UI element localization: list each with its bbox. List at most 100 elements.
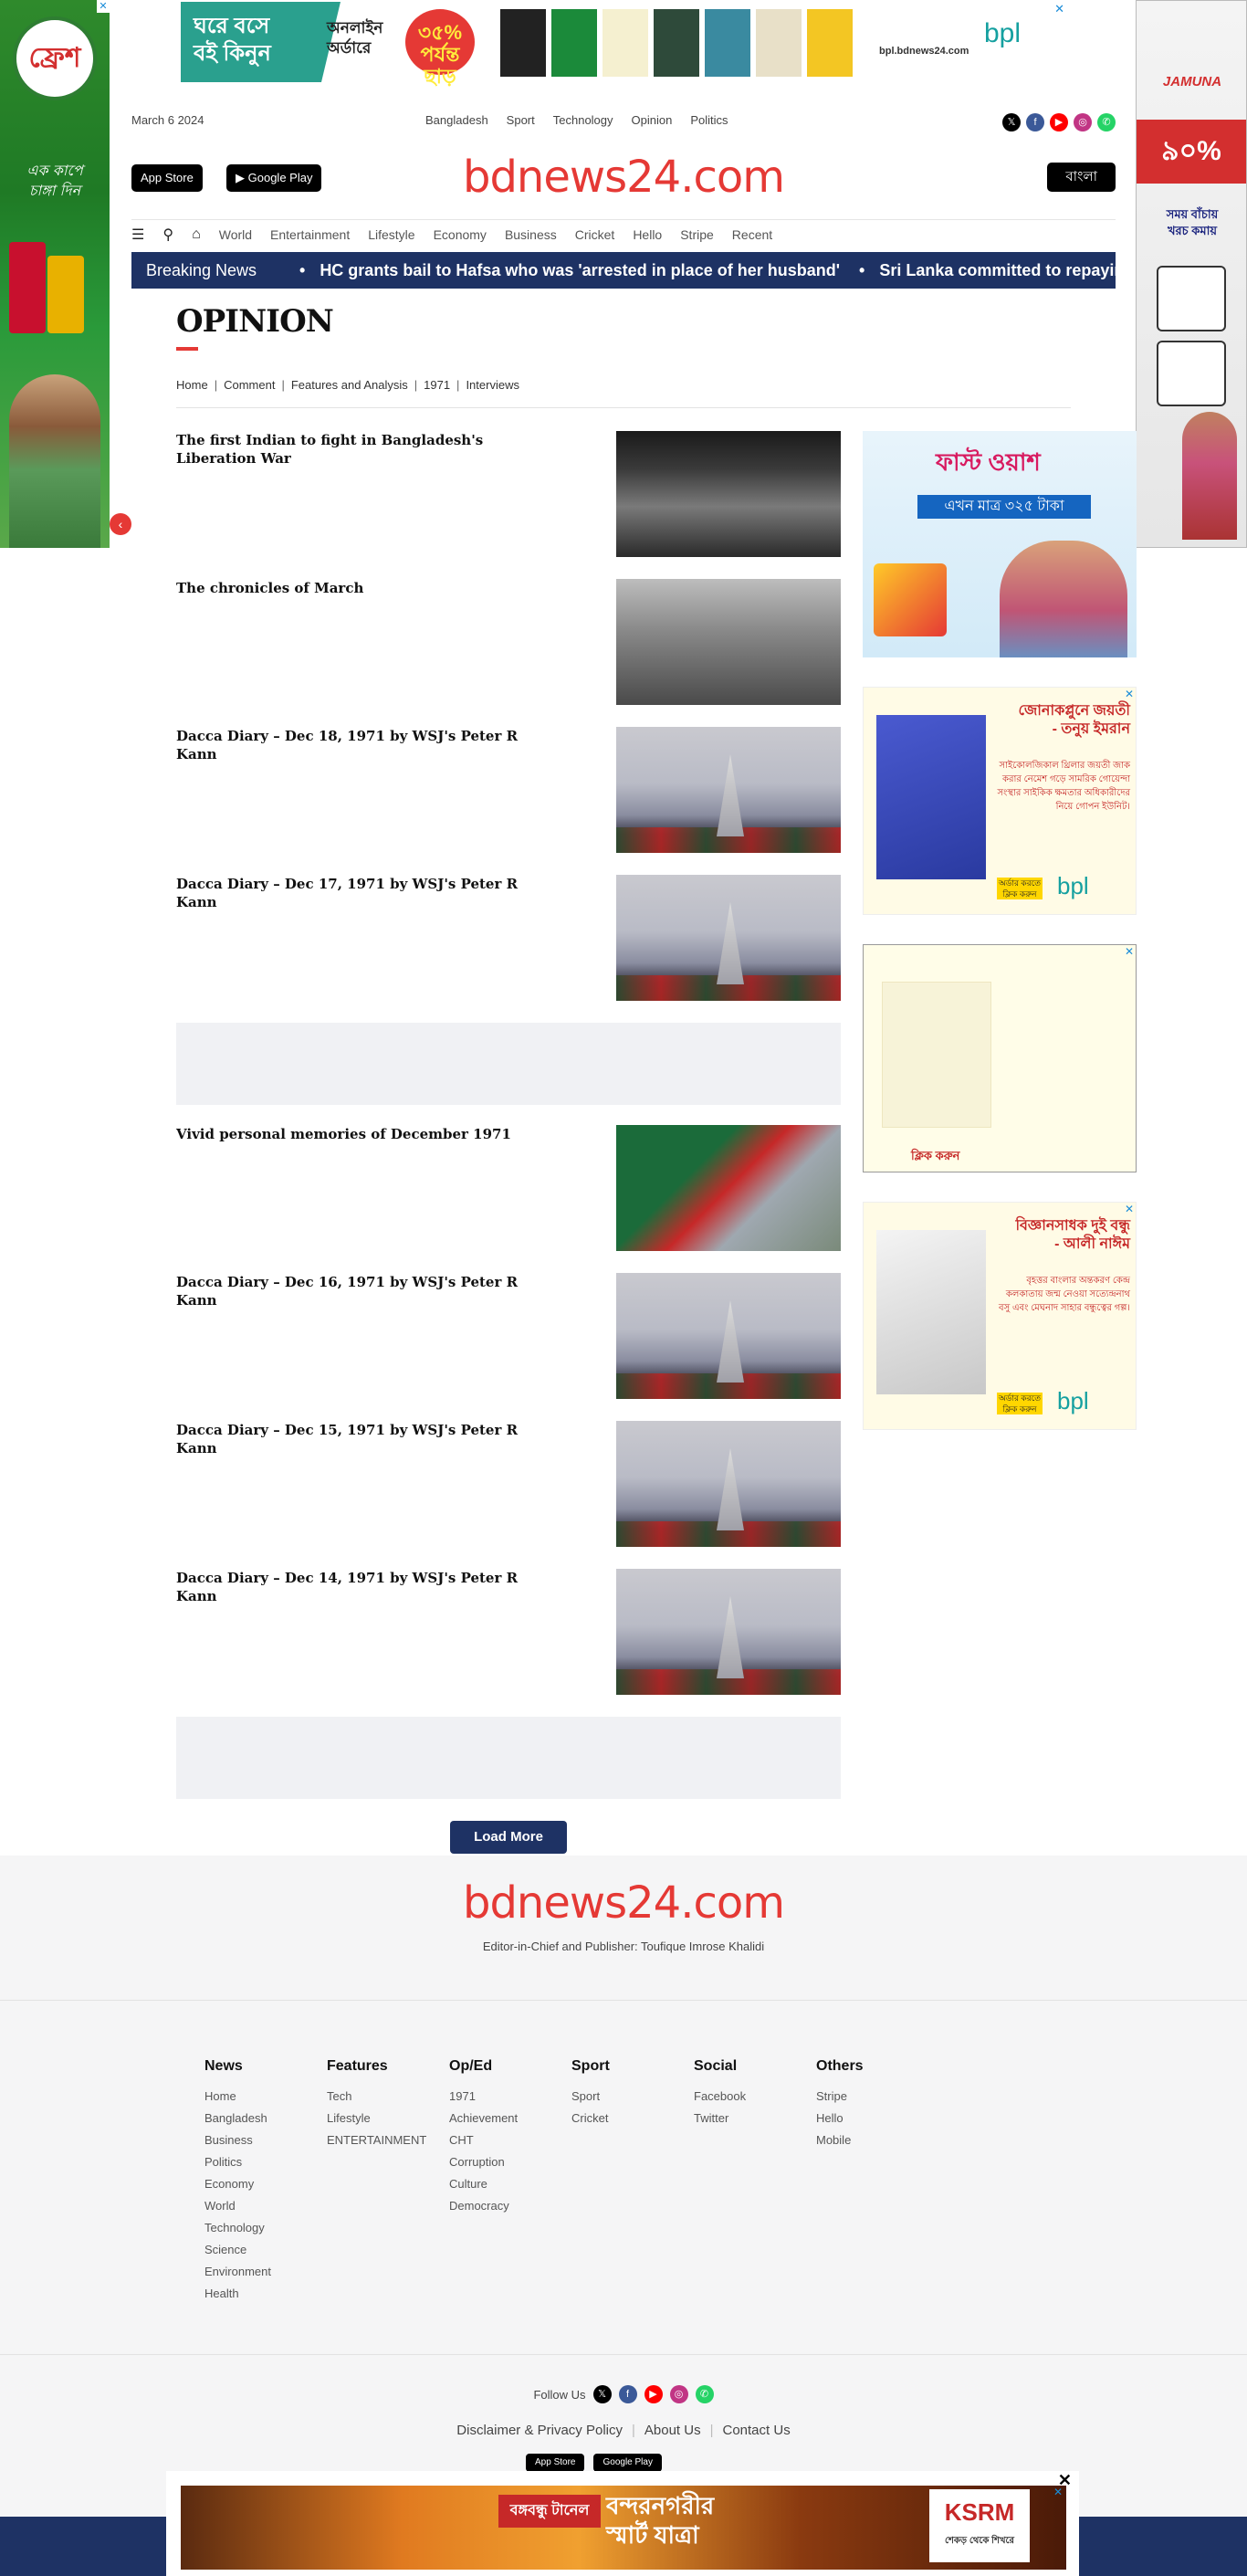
book-ad[interactable]: জোনাকপ্লুনে জয়তী - তনুয় ইমরান সাইকোলজি…: [863, 687, 1137, 915]
article-title[interactable]: Dacca Diary – Dec 18, 1971 by WSJ's Pete…: [176, 727, 560, 763]
article-title[interactable]: Dacca Diary – Dec 14, 1971 by WSJ's Pete…: [176, 1569, 560, 1605]
article-title[interactable]: Vivid personal memories of December 1971: [176, 1125, 560, 1143]
top-banner-ad[interactable]: ঘরে বসে বই কিনুন অনলাইন অর্ডারে ৩৫% পর্য…: [181, 2, 1066, 88]
footer-link[interactable]: Cricket: [571, 2108, 694, 2129]
article-title[interactable]: Dacca Diary – Dec 16, 1971 by WSJ's Pete…: [176, 1273, 560, 1309]
site-logo[interactable]: bdnews24.com: [131, 153, 1116, 201]
footer-link[interactable]: Bangladesh: [204, 2108, 327, 2129]
breaking-item[interactable]: Sri Lanka committed to repaying: [879, 261, 1116, 279]
footer-link[interactable]: Corruption: [449, 2151, 571, 2173]
article-card[interactable]: Dacca Diary – Dec 15, 1971 by WSJ's Pete…: [176, 1421, 841, 1547]
article-card[interactable]: Vivid personal memories of December 1971: [176, 1125, 841, 1251]
nav-stripe[interactable]: Stripe: [680, 227, 714, 242]
x-icon[interactable]: 𝕏: [592, 2385, 612, 2403]
menu-icon[interactable]: ☰: [131, 226, 144, 244]
order-button[interactable]: অর্ডার করতে ক্লিক করুন: [997, 878, 1043, 899]
article-card[interactable]: Dacca Diary – Dec 16, 1971 by WSJ's Pete…: [176, 1273, 841, 1399]
instagram-icon[interactable]: ◎: [669, 2385, 688, 2403]
whatsapp-icon[interactable]: ✆: [695, 2385, 714, 2403]
left-arrow-icon[interactable]: ‹: [110, 513, 131, 535]
article-title[interactable]: Dacca Diary – Dec 15, 1971 by WSJ's Pete…: [176, 1421, 560, 1457]
nav-world[interactable]: World: [219, 227, 252, 242]
youtube-icon[interactable]: ▶: [644, 2385, 663, 2403]
tunnel-ad-banner[interactable]: বঙ্গবন্ধু টানেল বন্দরনগরীর স্মার্ট যাত্র…: [181, 2486, 1066, 2570]
footer-link[interactable]: Technology: [204, 2217, 327, 2239]
youtube-icon[interactable]: ▶: [1050, 113, 1068, 131]
crumb-1971[interactable]: 1971: [424, 378, 450, 392]
article-image[interactable]: [616, 1421, 841, 1547]
footer-link[interactable]: Democracy: [449, 2195, 571, 2217]
book-ad-loading[interactable]: ক্লিক করুন ✕: [863, 944, 1137, 1172]
footer-link[interactable]: Lifestyle: [327, 2108, 449, 2129]
top-nav-politics[interactable]: Politics: [690, 113, 728, 127]
ad-choices-icon[interactable]: ✕: [97, 0, 110, 13]
right-skyscraper-ad[interactable]: JAMUNA ৯০% সময় বাঁচায় খরচ কমায়: [1136, 0, 1247, 548]
footer-link[interactable]: Sport: [571, 2086, 694, 2108]
about-us-link[interactable]: About Us: [644, 2423, 701, 2438]
footer-link[interactable]: Stripe: [816, 2086, 938, 2108]
detergent-ad[interactable]: ফাস্ট ওয়াশ এখন মাত্র ৩২৫ টাকা: [863, 431, 1137, 657]
ad-click-text[interactable]: ক্লিক করুন: [911, 1148, 959, 1167]
whatsapp-icon[interactable]: ✆: [1097, 113, 1116, 131]
ad-close-icon[interactable]: ✕: [1054, 2, 1064, 16]
order-button[interactable]: অর্ডার করতে ক্লিক করুন: [997, 1393, 1043, 1414]
nav-entertainment[interactable]: Entertainment: [270, 227, 350, 242]
nav-lifestyle[interactable]: Lifestyle: [368, 227, 414, 242]
article-card[interactable]: Dacca Diary – Dec 14, 1971 by WSJ's Pete…: [176, 1569, 841, 1695]
footer-link[interactable]: Mobile: [816, 2129, 938, 2151]
top-nav-opinion[interactable]: Opinion: [632, 113, 673, 127]
article-image[interactable]: [616, 1125, 841, 1251]
nav-cricket[interactable]: Cricket: [575, 227, 615, 242]
article-image[interactable]: [616, 431, 841, 557]
article-image[interactable]: [616, 579, 841, 705]
article-image[interactable]: [616, 875, 841, 1001]
top-nav-sport[interactable]: Sport: [507, 113, 535, 127]
article-image[interactable]: [616, 1569, 841, 1695]
footer-app-store-button[interactable]: App Store: [526, 2454, 585, 2472]
ad-choices-icon[interactable]: ✕: [1053, 2486, 1063, 2498]
nav-business[interactable]: Business: [505, 227, 557, 242]
footer-link[interactable]: Politics: [204, 2151, 327, 2173]
article-image[interactable]: [616, 1273, 841, 1399]
ad-close-icon[interactable]: ✕: [1125, 688, 1134, 700]
article-card[interactable]: The chronicles of March: [176, 579, 841, 705]
footer-google-play-button[interactable]: Google Play: [593, 2454, 662, 2472]
facebook-icon[interactable]: f: [618, 2385, 637, 2403]
footer-link[interactable]: Home: [204, 2086, 327, 2108]
sticky-bottom-ad[interactable]: বঙ্গবন্ধু টানেল বন্দরনগরীর স্মার্ট যাত্র…: [166, 2471, 1079, 2576]
top-nav-technology[interactable]: Technology: [553, 113, 613, 127]
bangla-language-button[interactable]: বাংলা: [1047, 163, 1116, 192]
left-skyscraper-ad[interactable]: ফ্রেশ এক কাপে চাঙ্গা দিন ✕: [0, 0, 110, 548]
ad-close-icon[interactable]: ✕: [1125, 1203, 1134, 1215]
article-card[interactable]: Dacca Diary – Dec 18, 1971 by WSJ's Pete…: [176, 727, 841, 853]
home-icon[interactable]: ⌂: [192, 226, 201, 243]
article-title[interactable]: The chronicles of March: [176, 579, 560, 597]
facebook-icon[interactable]: f: [1026, 113, 1044, 131]
top-nav-bangladesh[interactable]: Bangladesh: [425, 113, 488, 127]
footer-link[interactable]: ENTERTAINMENT: [327, 2129, 449, 2151]
footer-link[interactable]: Facebook: [694, 2086, 816, 2108]
ad-close-icon[interactable]: ✕: [1125, 945, 1134, 958]
privacy-policy-link[interactable]: Disclaimer & Privacy Policy: [456, 2423, 623, 2438]
footer-link[interactable]: Economy: [204, 2173, 327, 2195]
load-more-button[interactable]: Load More: [450, 1821, 567, 1854]
article-card[interactable]: Dacca Diary – Dec 17, 1971 by WSJ's Pete…: [176, 875, 841, 1001]
footer-link[interactable]: Environment: [204, 2261, 327, 2283]
footer-link[interactable]: Hello: [816, 2108, 938, 2129]
search-icon[interactable]: ⚲: [162, 226, 173, 244]
footer-link[interactable]: Science: [204, 2239, 327, 2261]
footer-link[interactable]: Business: [204, 2129, 327, 2151]
article-title[interactable]: Dacca Diary – Dec 17, 1971 by WSJ's Pete…: [176, 875, 560, 911]
footer-link[interactable]: 1971: [449, 2086, 571, 2108]
nav-recent[interactable]: Recent: [732, 227, 772, 242]
footer-logo[interactable]: bdnews24.com: [0, 1877, 1247, 1929]
footer-link[interactable]: Tech: [327, 2086, 449, 2108]
crumb-features[interactable]: Features and Analysis: [291, 378, 408, 392]
crumb-interviews[interactable]: Interviews: [466, 378, 519, 392]
instagram-icon[interactable]: ◎: [1074, 113, 1092, 131]
footer-link[interactable]: Achievement: [449, 2108, 571, 2129]
article-image[interactable]: [616, 727, 841, 853]
footer-link[interactable]: World: [204, 2195, 327, 2217]
crumb-comment[interactable]: Comment: [224, 378, 275, 392]
nav-hello[interactable]: Hello: [633, 227, 662, 242]
